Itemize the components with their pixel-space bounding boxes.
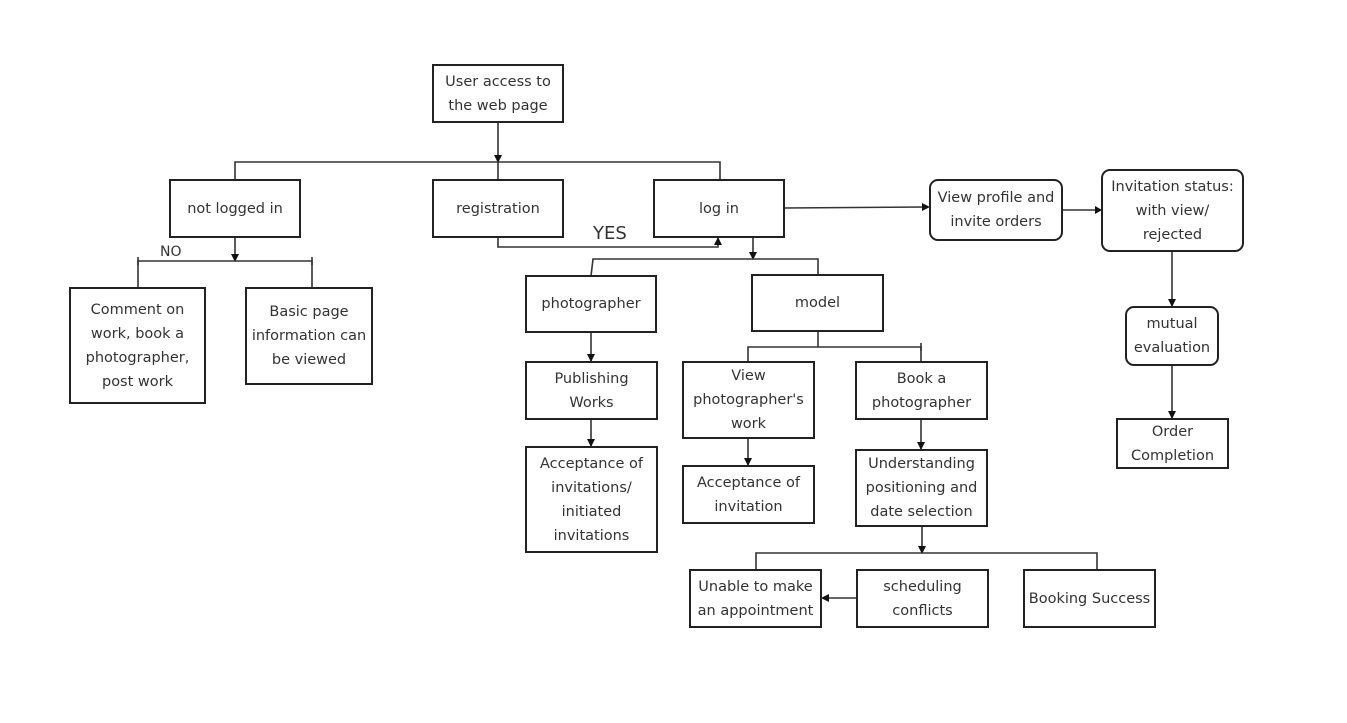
node-understanding-positioning: Understanding positioning and date selec… <box>855 449 988 527</box>
connector-model-bus <box>747 346 922 362</box>
node-booking-success-label: Booking Success <box>1028 590 1151 607</box>
connector-top-bus <box>234 161 721 180</box>
edge-label-yes: YES <box>593 223 627 244</box>
node-order-completion-label: Order Completion <box>1130 423 1215 464</box>
arrowhead-yes <box>714 237 722 245</box>
node-basic-page-info: Basic page information can be viewed <box>245 287 373 385</box>
node-basic-page-info-label: Basic page information can be viewed <box>251 304 367 368</box>
node-user-access: User access to the web page <box>432 64 564 123</box>
node-view-photographer-work: View photographer's work <box>682 361 815 439</box>
node-publishing-works: Publishing Works <box>525 361 658 420</box>
node-photographer: photographer <box>525 275 657 333</box>
node-view-photographer-work-label: View photographer's work <box>693 368 804 432</box>
node-scheduling-conflicts: scheduling conflicts <box>856 569 989 628</box>
arrowhead-unable <box>821 594 829 602</box>
connector-outcome-bus <box>755 552 1098 570</box>
node-view-profile: View profile and invite orders <box>929 179 1063 241</box>
node-understanding-positioning-label: Understanding positioning and date selec… <box>865 456 978 520</box>
node-acceptance-invitation-label: Acceptance of invitation <box>697 474 800 515</box>
node-registration-label: registration <box>456 200 540 217</box>
connector-login-to-view-profile <box>783 206 925 209</box>
node-comment-on-work-label: Comment on work, book a photographer, po… <box>85 301 190 390</box>
node-acceptance-invitations-label: Acceptance of invitations/ initiated inv… <box>540 455 643 544</box>
node-not-logged-in-label: not logged in <box>187 200 283 217</box>
node-not-logged-in: not logged in <box>169 179 301 238</box>
node-model-label: model <box>794 295 841 311</box>
node-log-in: log in <box>653 179 785 238</box>
node-log-in-label: log in <box>699 200 739 217</box>
node-order-completion: Order Completion <box>1116 418 1229 469</box>
node-acceptance-invitation: Acceptance of invitation <box>682 465 815 524</box>
node-invitation-status: Invitation status: with view/ rejected <box>1101 169 1244 252</box>
node-publishing-works-label: Publishing Works <box>554 370 629 411</box>
node-booking-success: Booking Success <box>1023 569 1156 628</box>
node-book-photographer-label: Book a photographer <box>871 370 972 411</box>
node-comment-on-work: Comment on work, book a photographer, po… <box>69 287 206 404</box>
node-user-access-label: User access to the web page <box>445 73 551 114</box>
node-invitation-status-label: Invitation status: with view/ rejected <box>1111 178 1234 243</box>
node-photographer-label: photographer <box>541 296 641 312</box>
node-unable-appointment: Unable to make an appointment <box>689 569 822 628</box>
node-unable-appointment-label: Unable to make an appointment <box>697 578 814 619</box>
node-registration: registration <box>432 179 564 238</box>
node-acceptance-invitations: Acceptance of invitations/ initiated inv… <box>525 446 658 553</box>
node-book-photographer: Book a photographer <box>855 361 988 420</box>
connector-no-bus <box>137 260 313 288</box>
node-scheduling-conflicts-label: scheduling conflicts <box>883 578 962 619</box>
node-view-profile-label: View profile and invite orders <box>937 190 1055 230</box>
edge-label-no: NO <box>160 244 182 260</box>
node-mutual-evaluation: mutual evaluation <box>1125 306 1219 366</box>
node-mutual-evaluation-label: mutual evaluation <box>1133 316 1211 356</box>
node-model: model <box>751 274 884 332</box>
